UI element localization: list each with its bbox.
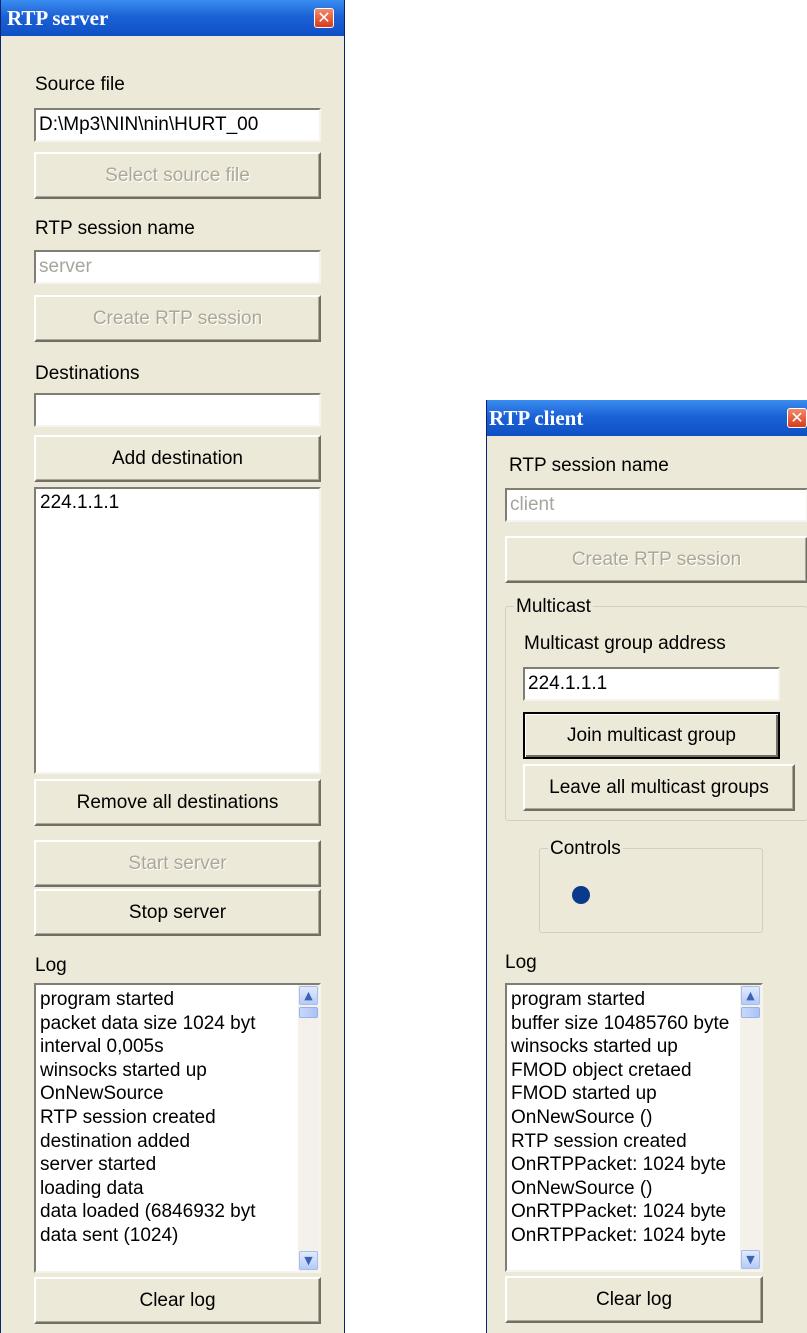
- source-file-label: Source file: [35, 74, 125, 95]
- server-create-session-button-label: Create RTP session: [92, 307, 263, 329]
- server-log-scrollbar[interactable]: ▲ ▼: [298, 985, 319, 1271]
- log-line: destination added: [40, 1130, 191, 1152]
- log-line: interval 0,005s: [40, 1036, 164, 1058]
- server-create-session-button[interactable]: Create RTP session: [34, 295, 321, 342]
- leave-multicast-button-label: Leave all multicast groups: [549, 776, 769, 798]
- log-line: FMOD object cretaed: [511, 1059, 692, 1081]
- server-log-list[interactable]: program started packet data size 1024 by…: [34, 983, 321, 1273]
- scroll-thumb[interactable]: [741, 1007, 760, 1018]
- log-line: data loaded (6846932 byt: [40, 1201, 256, 1223]
- client-close-icon[interactable]: ✕: [787, 408, 807, 428]
- scroll-thumb[interactable]: [299, 1007, 318, 1018]
- start-server-button[interactable]: Start server: [34, 840, 321, 887]
- source-file-field[interactable]: D:\Mp3\NIN\nin\HURT_00: [34, 108, 321, 142]
- leave-multicast-button[interactable]: Leave all multicast groups: [523, 764, 795, 811]
- add-destination-button[interactable]: Add destination: [34, 435, 321, 482]
- add-destination-button-label: Add destination: [112, 447, 243, 469]
- join-multicast-button-label: Join multicast group: [567, 724, 736, 746]
- destination-item[interactable]: 224.1.1.1: [40, 492, 315, 514]
- server-title-bar[interactable]: RTP server ✕: [1, 0, 344, 36]
- client-log-list[interactable]: program started buffer size 10485760 byt…: [505, 983, 763, 1272]
- server-clear-log-button[interactable]: Clear log: [34, 1277, 321, 1324]
- stop-server-button-label: Stop server: [128, 901, 227, 923]
- stop-server-button[interactable]: Stop server: [34, 889, 321, 936]
- log-line: winsocks started up: [40, 1059, 207, 1081]
- destinations-list[interactable]: 224.1.1.1: [34, 487, 321, 774]
- log-line: program started: [511, 989, 646, 1010]
- server-clear-log-button-label: Clear log: [139, 1289, 216, 1311]
- select-source-file-button[interactable]: Select source file: [34, 152, 321, 199]
- log-line: RTP session created: [40, 1106, 216, 1128]
- controls-group-title: Controls: [548, 838, 623, 860]
- scroll-down-icon[interactable]: ▼: [741, 1250, 760, 1269]
- status-indicator-icon: [572, 886, 590, 904]
- server-log-lines: program started packet data size 1024 by…: [40, 988, 256, 1248]
- log-line: OnNewSource (): [511, 1106, 653, 1128]
- client-log-lines: program started buffer size 10485760 byt…: [511, 988, 729, 1248]
- log-line: OnRTPPacket: 1024 byte: [511, 1224, 727, 1246]
- log-line: buffer size 10485760 byte: [511, 1012, 730, 1034]
- log-line: program started: [40, 989, 175, 1010]
- client-window-title: RTP client: [489, 406, 584, 430]
- multicast-address-label: Multicast group address: [524, 633, 726, 654]
- log-line: OnRTPPacket: 1024 byte: [511, 1201, 727, 1223]
- log-line: winsocks started up: [511, 1036, 678, 1058]
- scroll-up-icon[interactable]: ▲: [741, 986, 760, 1005]
- remove-all-destinations-button-label: Remove all destinations: [76, 791, 279, 813]
- multicast-group: Multicast Multicast group address 224.1.…: [505, 596, 807, 821]
- destinations-label: Destinations: [35, 363, 140, 384]
- server-session-name-label: RTP session name: [35, 218, 195, 239]
- log-line: OnNewSource (): [511, 1177, 653, 1199]
- client-create-session-button-label: Create RTP session: [571, 548, 742, 570]
- server-log-label: Log: [35, 955, 67, 976]
- client-title-bar[interactable]: RTP client ✕: [487, 400, 807, 436]
- log-line: server started: [40, 1154, 157, 1176]
- rtp-client-window: RTP client ✕ RTP session name client Cre…: [486, 400, 807, 1333]
- log-line: loading data: [40, 1177, 144, 1199]
- scroll-up-icon[interactable]: ▲: [299, 986, 318, 1005]
- destination-input[interactable]: [34, 393, 321, 427]
- controls-group: Controls: [539, 838, 763, 933]
- client-create-session-button[interactable]: Create RTP session: [505, 536, 807, 583]
- log-line: OnRTPPacket: 1024 byte: [511, 1154, 727, 1176]
- client-log-scrollbar[interactable]: ▲ ▼: [740, 985, 761, 1270]
- join-multicast-button[interactable]: Join multicast group: [523, 712, 780, 759]
- start-server-button-label: Start server: [128, 852, 227, 874]
- scroll-down-icon[interactable]: ▼: [299, 1251, 318, 1270]
- client-session-name-label: RTP session name: [509, 455, 669, 476]
- log-line: data sent (1024): [40, 1224, 179, 1246]
- client-log-label: Log: [505, 952, 537, 973]
- client-clear-log-button-label: Clear log: [595, 1288, 673, 1310]
- log-line: RTP session created: [511, 1130, 687, 1152]
- server-close-icon[interactable]: ✕: [314, 8, 334, 28]
- server-window-title: RTP server: [7, 6, 109, 30]
- client-session-name-field[interactable]: client: [505, 488, 807, 522]
- remove-all-destinations-button[interactable]: Remove all destinations: [34, 779, 321, 826]
- rtp-server-window: RTP server ✕ Source file D:\Mp3\NIN\nin\…: [0, 0, 345, 1333]
- multicast-group-title: Multicast: [514, 596, 593, 618]
- log-line: packet data size 1024 byt: [40, 1012, 256, 1034]
- select-source-file-button-label: Select source file: [105, 164, 250, 186]
- client-clear-log-button[interactable]: Clear log: [505, 1276, 763, 1323]
- log-line: FMOD started up: [511, 1083, 657, 1105]
- multicast-address-field[interactable]: 224.1.1.1: [523, 667, 780, 701]
- server-session-name-field[interactable]: server: [34, 250, 321, 284]
- log-line: OnNewSource: [40, 1083, 164, 1105]
